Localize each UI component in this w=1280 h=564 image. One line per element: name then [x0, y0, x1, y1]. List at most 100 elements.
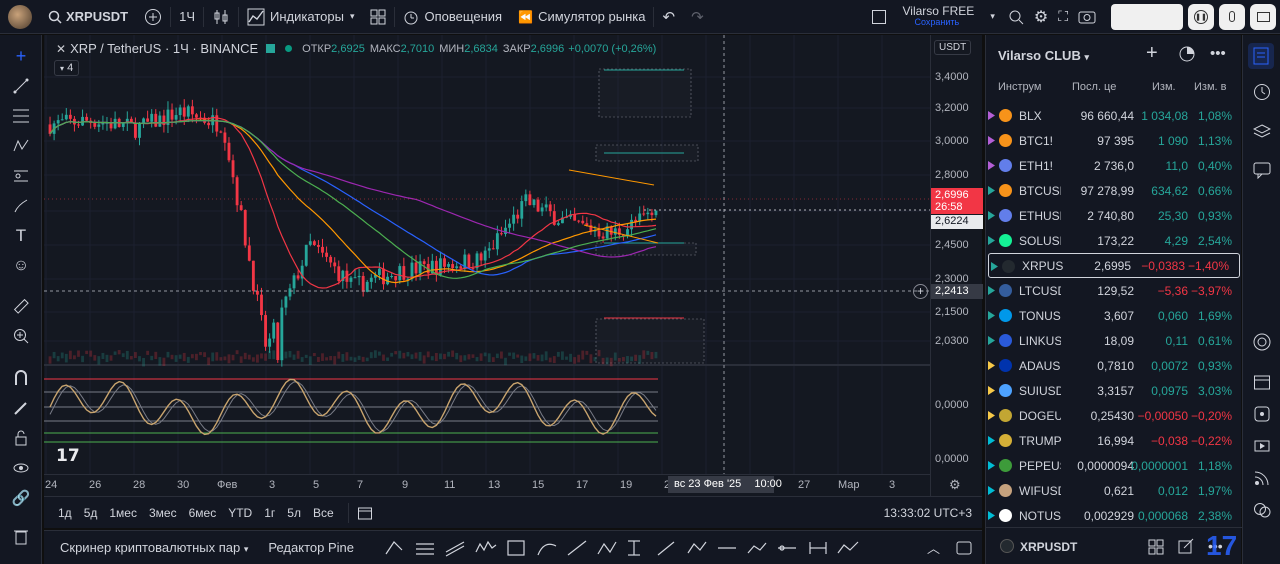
layout-menu-chevron[interactable]: ▾ — [982, 0, 1003, 34]
watchlist-row[interactable]: BLX 96 660,44 1 034,08 1,08% — [986, 103, 1242, 128]
watchlist-row[interactable]: TRUMPUSD 16,994 −0,038−0,22% — [986, 428, 1242, 453]
watchlist-row[interactable]: SUIUSDT 3,3157 0,0975 3,03% — [986, 378, 1242, 403]
fullscreen-button[interactable]: ⛶ — [1053, 0, 1073, 34]
flag-icon[interactable] — [988, 436, 995, 445]
zoom-in-icon[interactable] — [10, 325, 32, 347]
edit-icon[interactable] — [1178, 538, 1194, 557]
watchlist-row[interactable]: BTCUSD 97 278,99 634,62 0,66% — [986, 178, 1242, 203]
range-all[interactable]: Все — [307, 506, 340, 520]
flag-icon[interactable] — [988, 461, 995, 470]
symbol-search-button[interactable]: XRPUSDT — [40, 0, 136, 34]
layout-grid-icon[interactable] — [1148, 539, 1164, 558]
magnet-icon[interactable] — [10, 367, 32, 389]
tradingview-logo[interactable]: 17 — [56, 446, 80, 466]
pattern-icon[interactable] — [10, 135, 32, 157]
chat-icon[interactable] — [1251, 159, 1273, 181]
watchlist-row[interactable]: ETHUSD 2 740,80 25,30 0,93% — [986, 203, 1242, 228]
watchlist-row[interactable]: ADAUSD 0,7810 0,0072 0,93% — [986, 353, 1242, 378]
add-alert-plus-icon[interactable]: + — [913, 284, 928, 299]
range-1d[interactable]: 1д — [52, 506, 78, 520]
layers-icon[interactable] — [1251, 121, 1273, 143]
watchlist-icon[interactable] — [1248, 43, 1274, 69]
pine-editor-tab[interactable]: Редактор Pine — [258, 540, 364, 555]
column-symbol[interactable]: Инструм — [998, 81, 1041, 93]
watchlist-row[interactable]: LTCUSD 129,52 −5,36−3,97% — [986, 278, 1242, 303]
compare-button[interactable] — [136, 0, 170, 34]
link-icon[interactable]: 🔗 — [10, 487, 32, 509]
replay-button[interactable]: ⏪ Симулятор рынка — [510, 0, 653, 34]
flag-icon[interactable] — [988, 336, 995, 345]
screen-share-button[interactable] — [1250, 3, 1276, 30]
more-icon[interactable]: ••• — [1210, 45, 1226, 62]
watchlist-row[interactable]: PEPEUSD 0,00000940,0000001 1,18% — [986, 453, 1242, 478]
crosshair-icon[interactable]: + — [10, 45, 32, 67]
watchlist-row[interactable]: SOLUSD 173,22 4,29 2,54% — [986, 228, 1242, 253]
redo-button[interactable]: ↷ — [683, 0, 712, 34]
maximize-panel-icon[interactable] — [956, 541, 972, 555]
ideas-icon[interactable] — [1251, 403, 1273, 425]
range-1y[interactable]: 1г — [258, 506, 281, 520]
range-1m[interactable]: 1мес — [103, 506, 143, 520]
price-chart[interactable] — [44, 35, 982, 496]
flag-icon[interactable] — [988, 136, 995, 145]
watchlist-title-button[interactable]: Vilarso CLUB ▾ — [998, 48, 1089, 63]
flag-icon[interactable] — [988, 161, 995, 170]
watchlist-row[interactable]: LINKUSD 18,09 0,11 0,61% — [986, 328, 1242, 353]
range-5y[interactable]: 5л — [281, 506, 307, 520]
flag-icon[interactable] — [988, 511, 995, 520]
flag-icon[interactable] — [988, 386, 995, 395]
collapse-panel-icon[interactable]: ︿ — [927, 538, 940, 557]
clock-alert-icon[interactable] — [1251, 81, 1273, 103]
quick-search-button[interactable] — [1003, 0, 1029, 34]
axis-settings-icon[interactable]: ⚙ — [949, 477, 961, 493]
flag-icon[interactable] — [988, 361, 995, 370]
range-6m[interactable]: 6мес — [183, 506, 223, 520]
range-3m[interactable]: 3мес — [143, 506, 183, 520]
lock-icon[interactable] — [10, 427, 32, 449]
column-change-percent[interactable]: Изм. в — [1194, 81, 1226, 93]
range-5d[interactable]: 5д — [78, 506, 104, 520]
text-icon[interactable]: T — [10, 225, 32, 247]
footer-symbol[interactable]: XRPUSDT — [1020, 540, 1077, 554]
calendar-goto-icon[interactable] — [357, 505, 373, 521]
watchlist-row[interactable]: DOGEUSD 0,25430−0,00050−0,20% — [986, 403, 1242, 428]
bars-style-button[interactable] — [204, 0, 238, 34]
watchlist-row[interactable]: TONUSD 3,607 0,060 1,69% — [986, 303, 1242, 328]
fib-retracement-icon[interactable] — [10, 105, 32, 127]
legend-title[interactable]: XRP / TetherUS · 1Ч · BINANCE — [70, 41, 258, 56]
layout-select-button[interactable] — [863, 0, 895, 34]
undo-button[interactable]: ↶ — [654, 0, 683, 34]
column-last[interactable]: Посл. це — [1072, 81, 1116, 93]
rss-icon[interactable] — [1251, 467, 1273, 489]
watchlist-row[interactable]: XRPUSDT 2,6995 −0,0383−1,40% — [988, 253, 1240, 278]
calendar-icon[interactable] — [1251, 371, 1273, 393]
screener-tab[interactable]: Скринер криптовалютных пар ▾ — [50, 540, 258, 555]
drawing-favorites[interactable] — [382, 536, 902, 560]
flag-icon[interactable] — [988, 486, 995, 495]
watchlist-row[interactable]: WIFUSD 0,621 0,012 1,97% — [986, 478, 1242, 503]
indicators-collapse-button[interactable]: ▾ 4 — [54, 60, 80, 76]
flag-icon[interactable] — [988, 211, 995, 220]
flag-icon[interactable] — [988, 236, 995, 245]
flag-icon[interactable] — [988, 111, 995, 120]
pause-button[interactable]: ❚❚ — [1188, 3, 1214, 30]
snapshot-button[interactable] — [1073, 0, 1101, 34]
ruler-icon[interactable] — [10, 295, 32, 317]
flag-icon[interactable] — [988, 311, 995, 320]
watchlist-row[interactable]: ETH1! 2 736,0 11,0 0,40% — [986, 153, 1242, 178]
chart-pane[interactable]: ✕ XRP / TetherUS · 1Ч · BINANCE ОТКР 2,69… — [44, 35, 983, 496]
flag-icon[interactable] — [988, 286, 995, 295]
chat-bubbles-icon[interactable] — [1251, 499, 1273, 521]
publish-box[interactable] — [1111, 3, 1183, 30]
brush-icon[interactable] — [10, 195, 32, 217]
column-change[interactable]: Изм. — [1152, 81, 1176, 93]
save-layout-button[interactable]: Vilarso FREE Сохранить — [895, 0, 983, 34]
templates-button[interactable] — [362, 0, 394, 34]
trash-icon[interactable] — [10, 525, 32, 547]
price-axis[interactable]: USDT 3,4000 3,2000 3,0000 2,8000 2,4500 … — [930, 35, 983, 496]
trend-line-icon[interactable] — [10, 75, 32, 97]
settings-button[interactable]: ⚙ — [1029, 0, 1053, 34]
watchlist-row[interactable]: BTC1! 97 395 1 090 1,13% — [986, 128, 1242, 153]
currency-button[interactable]: USDT — [934, 40, 972, 55]
target-icon[interactable] — [1251, 331, 1273, 353]
